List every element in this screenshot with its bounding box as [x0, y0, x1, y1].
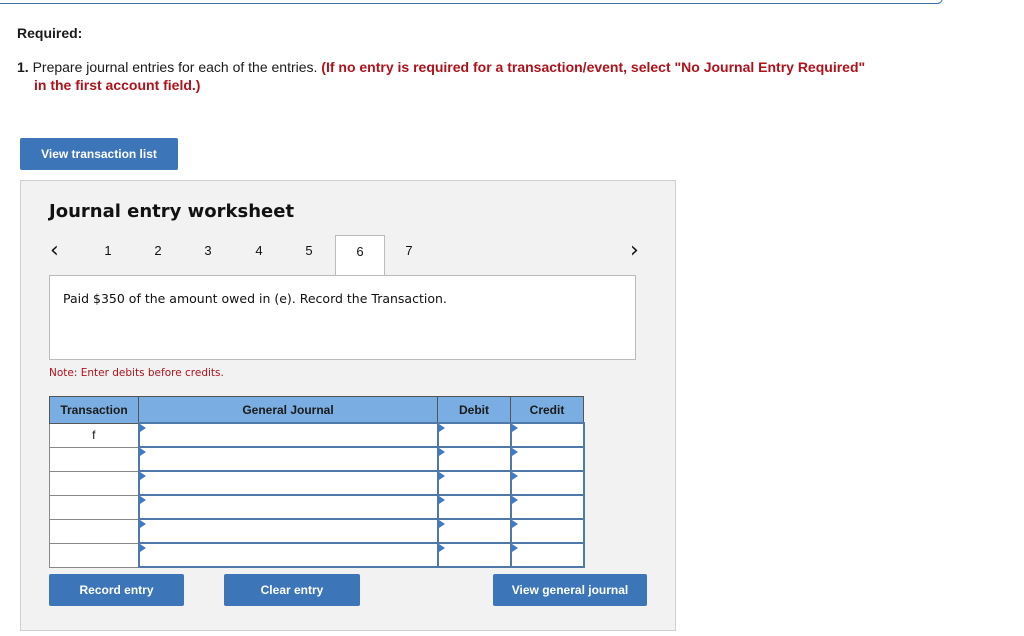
input-indicator-icon: [438, 448, 445, 456]
page-tab-4[interactable]: 4: [239, 243, 279, 258]
account-select[interactable]: [137, 542, 439, 568]
chevron-right-icon[interactable]: ›: [630, 238, 639, 263]
account-select[interactable]: [137, 446, 439, 472]
dropdown-indicator-icon: [139, 496, 146, 504]
input-indicator-icon: [511, 424, 518, 432]
input-indicator-icon: [438, 472, 445, 480]
debit-input[interactable]: [436, 542, 512, 568]
credit-input[interactable]: [509, 422, 585, 448]
input-indicator-icon: [438, 544, 445, 552]
worksheet-pager: ‹ 1 2 3 4 5 6 7 ›: [21, 235, 677, 275]
debit-input[interactable]: [436, 470, 512, 496]
dropdown-indicator-icon: [139, 448, 146, 456]
transaction-cell: [49, 494, 139, 520]
page-tab-5[interactable]: 5: [289, 243, 329, 258]
page-tab-2[interactable]: 2: [138, 243, 178, 258]
instruction-note-line1: (If no entry is required for a transacti…: [321, 59, 866, 75]
table-row: [49, 542, 585, 568]
table-row: [49, 470, 585, 496]
input-indicator-icon: [438, 424, 445, 432]
transaction-cell: [49, 446, 139, 472]
instruction-text: Prepare journal entries for each of the …: [32, 59, 318, 75]
input-indicator-icon: [511, 544, 518, 552]
worksheet-title: Journal entry worksheet: [49, 201, 295, 222]
transaction-description-box: Paid $350 of the amount owed in (e). Rec…: [49, 275, 636, 360]
debit-input[interactable]: [436, 494, 512, 520]
account-select[interactable]: [137, 422, 439, 448]
input-indicator-icon: [438, 496, 445, 504]
header-debit: Debit: [437, 396, 511, 424]
instruction-number: 1.: [17, 59, 29, 75]
page-tab-7[interactable]: 7: [389, 243, 429, 258]
journal-entry-worksheet-panel: Journal entry worksheet ‹ 1 2 3 4 5 6 7 …: [20, 180, 676, 631]
credit-input[interactable]: [509, 494, 585, 520]
debits-credits-note: Note: Enter debits before credits.: [49, 367, 224, 379]
chevron-left-icon[interactable]: ‹: [50, 238, 59, 263]
required-heading: Required:: [17, 25, 83, 41]
clear-entry-button[interactable]: Clear entry: [224, 574, 360, 606]
table-row: f: [49, 422, 585, 448]
input-indicator-icon: [511, 472, 518, 480]
dropdown-indicator-icon: [139, 424, 146, 432]
input-indicator-icon: [511, 520, 518, 528]
input-indicator-icon: [438, 520, 445, 528]
table-row: [49, 446, 585, 472]
header-general-journal: General Journal: [138, 396, 438, 424]
credit-input[interactable]: [509, 446, 585, 472]
dropdown-indicator-icon: [139, 520, 146, 528]
credit-input[interactable]: [509, 542, 585, 568]
transaction-cell: f: [49, 422, 139, 448]
journal-table: Transaction General Journal Debit Credit…: [49, 396, 585, 568]
debit-input[interactable]: [436, 422, 512, 448]
debit-input[interactable]: [436, 518, 512, 544]
page-tab-6-active[interactable]: 6: [335, 235, 385, 275]
transaction-description: Paid $350 of the amount owed in (e). Rec…: [63, 291, 447, 306]
credit-input[interactable]: [509, 470, 585, 496]
instructions: 1. Prepare journal entries for each of t…: [17, 58, 957, 94]
table-row: [49, 494, 585, 520]
record-entry-button[interactable]: Record entry: [49, 574, 184, 606]
table-row: [49, 518, 585, 544]
table-header-row: Transaction General Journal Debit Credit: [49, 396, 584, 424]
account-select[interactable]: [137, 470, 439, 496]
transaction-cell: [49, 542, 139, 568]
account-select[interactable]: [137, 518, 439, 544]
debit-input[interactable]: [436, 446, 512, 472]
credit-input[interactable]: [509, 518, 585, 544]
transaction-cell: [49, 470, 139, 496]
dropdown-indicator-icon: [139, 544, 146, 552]
account-select[interactable]: [137, 494, 439, 520]
header-transaction: Transaction: [49, 396, 139, 424]
view-transaction-list-button[interactable]: View transaction list: [20, 138, 178, 170]
transaction-cell: [49, 518, 139, 544]
previous-section-frame: [0, 0, 943, 4]
page-tab-1[interactable]: 1: [88, 243, 128, 258]
instruction-note-line2: in the first account field.): [34, 77, 201, 93]
page-tab-3[interactable]: 3: [188, 243, 228, 258]
view-general-journal-button[interactable]: View general journal: [493, 574, 647, 606]
input-indicator-icon: [511, 496, 518, 504]
dropdown-indicator-icon: [139, 472, 146, 480]
input-indicator-icon: [511, 448, 518, 456]
header-credit: Credit: [510, 396, 584, 424]
